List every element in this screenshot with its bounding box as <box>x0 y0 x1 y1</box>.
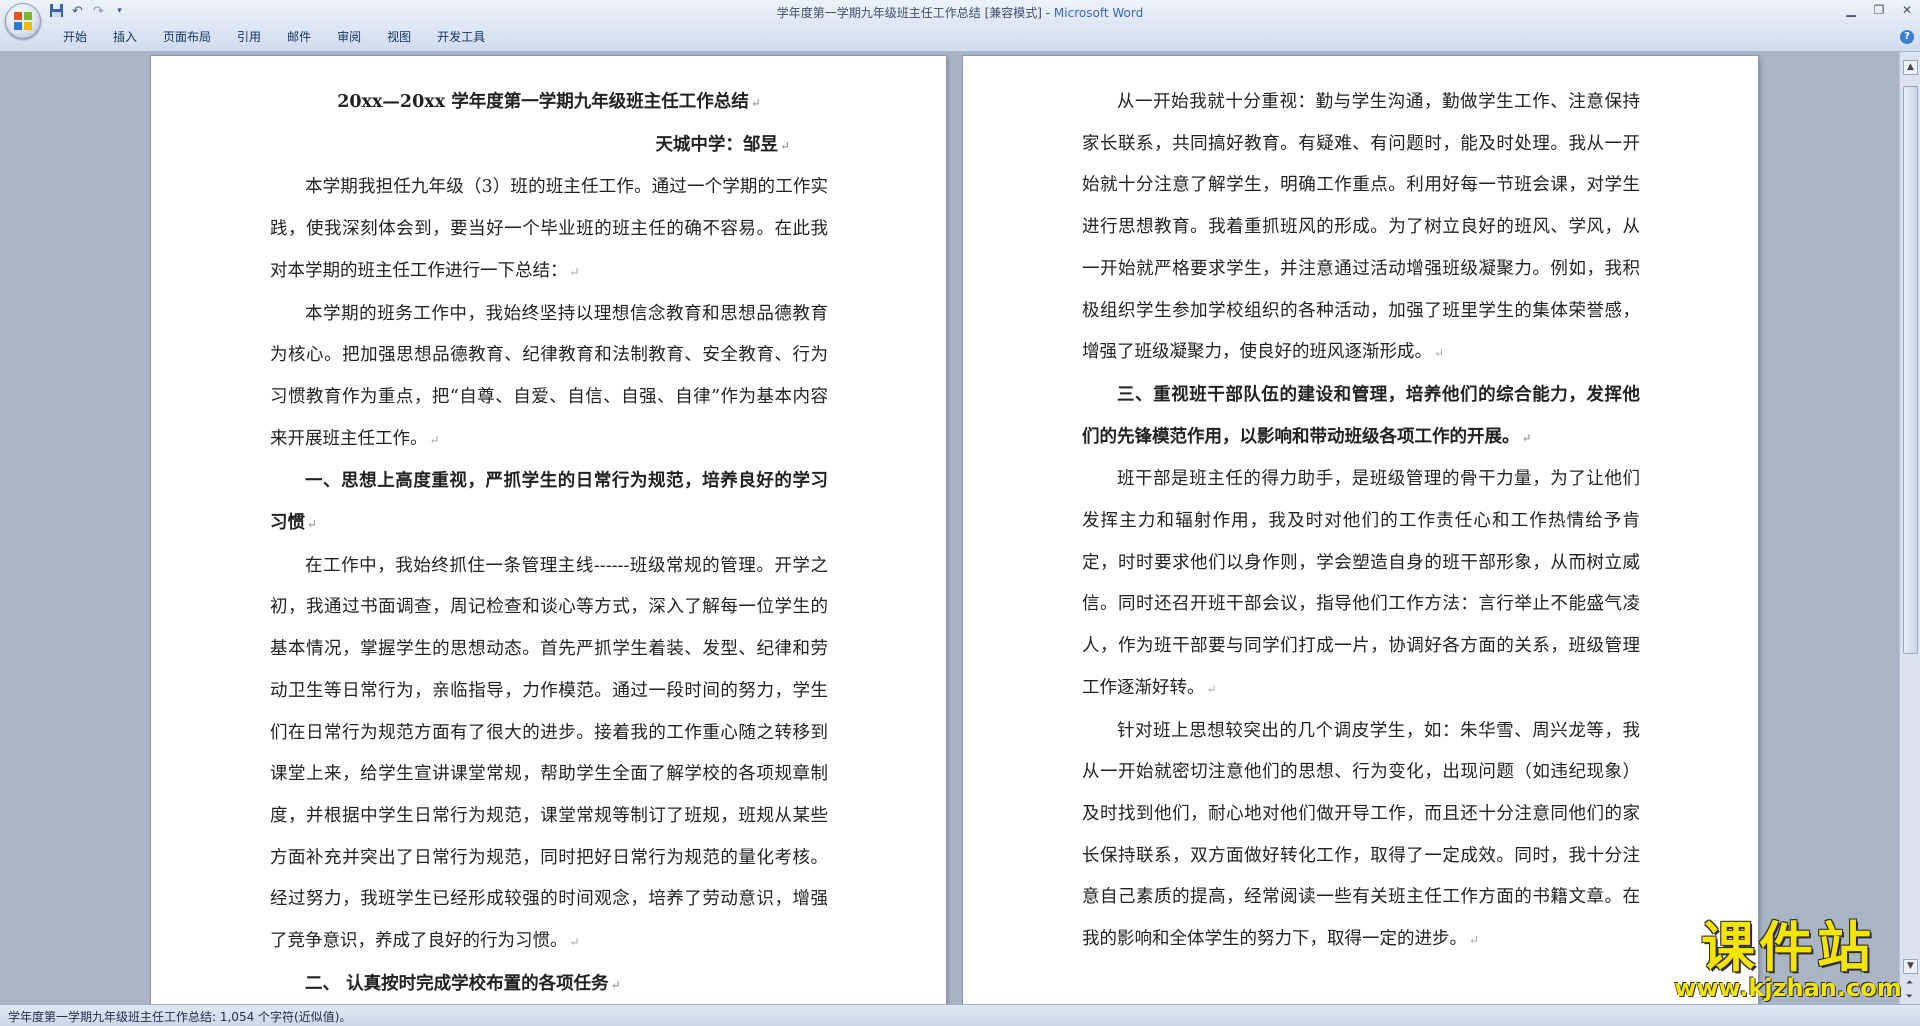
paragraph-mark-icon: ↵ <box>307 517 318 532</box>
paragraph: 本学期我担任九年级（3）班的班主任工作。通过一个学期的工作实践，使我深刻体会到，… <box>270 177 828 281</box>
paragraph: 从一开始我就十分重视：勤与学生沟通，勤做学生工作、注意保持家长联系，共同搞好教育… <box>1082 92 1640 363</box>
page-left-text: 20xx—20xx 学年度第一学期九年级班主任工作总结 ↵ 天城中学：邹昱 ↵ 本学… <box>270 82 828 1004</box>
paragraph: 班干部是班主任的得力助手，是班级管理的骨干力量，为了让他们发挥主力和辐射作用，我… <box>1082 469 1640 698</box>
paragraph: 本学期的班务工作中，我始终坚持以理想信念教育和思想品德教育为核心。把加强思想品德… <box>270 303 828 449</box>
author-line: 天城中学：邹昱 ↵ <box>655 134 790 155</box>
tab-view[interactable]: 视图 <box>374 24 424 51</box>
window-title: 学年度第一学期九年级班主任工作总结 [兼容模式] - Microsoft Wor… <box>0 4 1920 21</box>
tab-insert[interactable]: 插入 <box>100 24 150 51</box>
watermark-url: www.kjzhan.com <box>1674 974 1902 1002</box>
document-area: 20xx—20xx 学年度第一学期九年级班主任工作总结 ↵ 天城中学：邹昱 ↵ 本学… <box>0 52 1900 1004</box>
paragraph: 针对班上思想较突出的几个调皮学生，如：朱华雪、周兴龙等，我从一开始就密切注意他们… <box>1082 720 1640 950</box>
office-logo-icon <box>14 12 32 30</box>
paragraph-mark-icon: ↵ <box>779 138 790 153</box>
app-name: Microsoft Word <box>1053 6 1144 20</box>
tab-references[interactable]: 引用 <box>224 24 274 51</box>
paragraph-mark-icon: ↵ <box>750 96 761 110</box>
document-title-heading: 20xx—20xx 学年度第一学期九年级班主任工作总结 ↵ <box>337 92 761 112</box>
window-controls: ▁ ❐ ✕ <box>1844 2 1914 18</box>
maximize-icon[interactable]: ❐ <box>1872 2 1886 18</box>
paragraph-mark-icon: ↵ <box>1206 681 1217 696</box>
page-left: 20xx—20xx 学年度第一学期九年级班主任工作总结 ↵ 天城中学：邹昱 ↵ 本学… <box>151 56 946 1004</box>
paragraph-mark-icon: ↵ <box>1434 346 1445 361</box>
office-button[interactable] <box>5 3 41 39</box>
title-bar: ↶ ↷ ▾ 学年度第一学期九年级班主任工作总结 [兼容模式] - Microso… <box>0 0 1920 39</box>
watermark-title: 课件站 <box>1701 916 1875 979</box>
tab-page-layout[interactable]: 页面布局 <box>150 24 224 51</box>
status-word-count[interactable]: 学年度第一学期九年级班主任工作总结: 1,054 个字符(近似值)。 <box>8 1008 351 1025</box>
paragraph-mark-icon: ↵ <box>569 935 580 950</box>
paragraph-mark-icon: ↵ <box>1469 933 1480 948</box>
section-heading: 一、思想上高度重视，严抓学生的日常行为规范，培养良好的学习习惯 ↵ <box>270 471 828 534</box>
minimize-icon[interactable]: ▁ <box>1844 2 1858 18</box>
page-right-text: 从一开始我就十分重视：勤与学生沟通，勤做学生工作、注意保持家长联系，共同搞好教育… <box>1082 82 1640 962</box>
scroll-up-icon[interactable]: ▲ <box>1903 60 1918 75</box>
ribbon-tab-bar: 开始 插入 页面布局 引用 邮件 审阅 视图 开发工具 ? <box>0 24 1920 52</box>
vertical-scrollbar[interactable]: ▲ ▼ ⏶ ⏷ <box>1899 52 1920 1004</box>
tab-review[interactable]: 审阅 <box>324 24 374 51</box>
status-bar: 学年度第一学期九年级班主任工作总结: 1,054 个字符(近似值)。 <box>0 1004 1920 1026</box>
section-heading: 二、 认真按时完成学校布置的各项任务 ↵ <box>305 973 621 994</box>
paragraph-mark-icon: ↵ <box>569 264 580 279</box>
paragraph-mark-icon: ↵ <box>1521 430 1532 445</box>
page-right: 从一开始我就十分重视：勤与学生沟通，勤做学生工作、注意保持家长联系，共同搞好教育… <box>963 56 1758 1004</box>
tab-home[interactable]: 开始 <box>50 24 100 51</box>
paragraph: 在工作中，我始终抓住一条管理主线------班级常规的管理。开学之初，我通过书面… <box>270 555 828 952</box>
site-watermark: 课件站 www.kjzhan.com <box>1668 920 1908 1004</box>
section-heading: 三、重视班干部队伍的建设和管理，培养他们的综合能力，发挥他们的先锋模范作用，以影… <box>1082 384 1640 447</box>
tab-developer[interactable]: 开发工具 <box>424 24 498 51</box>
document-title: 学年度第一学期九年级班主任工作总结 [兼容模式] - <box>776 6 1054 20</box>
scroll-thumb[interactable] <box>1903 86 1918 654</box>
paragraph-mark-icon: ↵ <box>610 977 621 992</box>
tab-mailings[interactable]: 邮件 <box>274 24 324 51</box>
paragraph-mark-icon: ↵ <box>429 432 440 447</box>
close-icon[interactable]: ✕ <box>1900 2 1914 18</box>
help-icon[interactable]: ? <box>1900 30 1914 44</box>
